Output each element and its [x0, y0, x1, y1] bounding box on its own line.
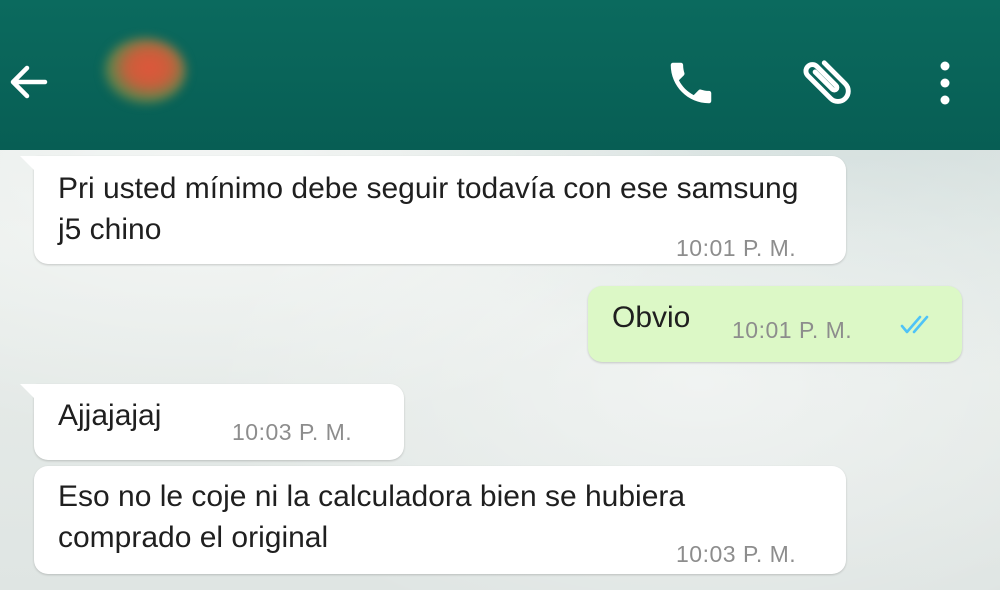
- chat-screen: Pri usted mínimo debe seguir todavía con…: [0, 0, 1000, 590]
- double-check-read-icon: [900, 315, 929, 334]
- voice-call-button[interactable]: [660, 54, 722, 112]
- phone-icon: [670, 62, 712, 104]
- incoming-message[interactable]: Eso no le coje ni la calculadora bien se…: [34, 466, 846, 574]
- bubble-tail: [20, 384, 38, 402]
- message-timestamp: 10:03 P. M.: [676, 541, 797, 567]
- message-text: Ajjajajaj: [58, 399, 162, 432]
- back-button[interactable]: [4, 54, 54, 110]
- contact-avatar[interactable]: [104, 38, 186, 104]
- chat-header: [0, 0, 1000, 150]
- message-timestamp: 10:03 P. M.: [232, 419, 353, 445]
- message-timestamp: 10:01 P. M.: [732, 317, 853, 343]
- outgoing-message[interactable]: Obvio 10:01 P. M.: [588, 286, 962, 362]
- arrow-left-icon: [10, 65, 48, 99]
- message-timestamp: 10:01 P. M.: [676, 235, 797, 261]
- incoming-message[interactable]: Ajjajajaj 10:03 P. M.: [20, 384, 404, 460]
- more-options-button[interactable]: [920, 54, 970, 112]
- bubble-tail: [20, 156, 38, 174]
- message-text: Obvio: [612, 301, 691, 334]
- paperclip-icon: [803, 60, 851, 104]
- more-vertical-icon: [940, 61, 950, 105]
- attach-button[interactable]: [794, 52, 860, 112]
- incoming-message[interactable]: Pri usted mínimo debe seguir todavía con…: [20, 156, 846, 264]
